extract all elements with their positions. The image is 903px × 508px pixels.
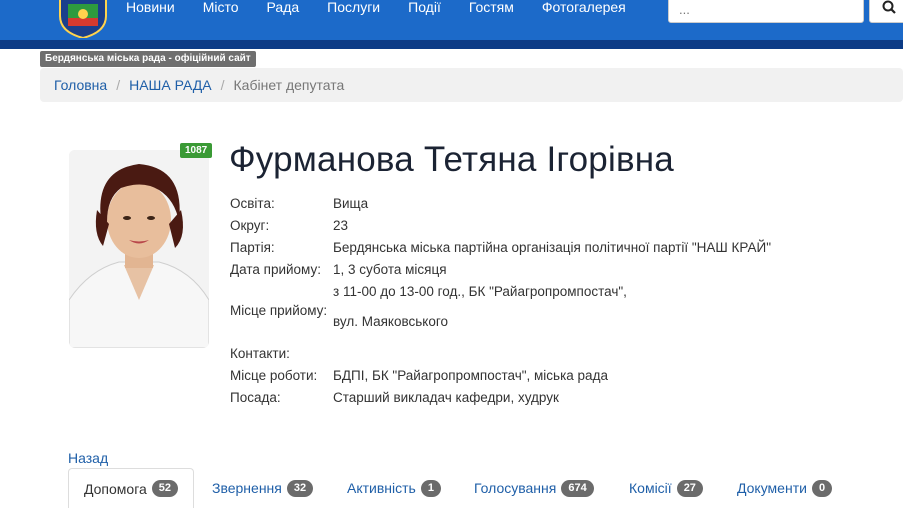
education-label: Освіта:	[230, 196, 275, 211]
tab-appeals[interactable]: Звернення 32	[212, 468, 314, 508]
rating-badge: 1087	[180, 143, 213, 158]
main-menu: Новини Місто Рада Послуги Події Гостям Ф…	[112, 0, 640, 24]
reception-date-label: Дата прийому:	[230, 262, 321, 277]
tab-label: Документи	[737, 480, 807, 496]
party-label: Партія:	[230, 240, 275, 255]
deputy-tabs: Допомога 52 Звернення 32 Активність 1 Го…	[68, 468, 903, 508]
site-badge: Бердянська міська рада - офіційний сайт	[40, 51, 256, 67]
count-badge: 674	[561, 479, 594, 497]
nav-item-council[interactable]: Рада	[253, 0, 314, 24]
education-value: Вища	[333, 196, 369, 211]
tab-voting[interactable]: Голосування 674	[474, 468, 594, 508]
deputy-photo	[69, 150, 209, 348]
tab-documents[interactable]: Документи 0	[737, 468, 833, 508]
count-badge: 32	[286, 479, 314, 497]
nav-item-events[interactable]: Події	[394, 0, 455, 24]
search-button[interactable]	[869, 0, 903, 23]
count-badge: 0	[811, 479, 833, 497]
work-value: БДПІ, БК "Райагропромпостач", міська рад…	[333, 368, 608, 383]
tab-label: Голосування	[474, 480, 557, 496]
nav-item-gallery[interactable]: Фотогалерея	[528, 0, 640, 24]
count-badge: 1	[420, 479, 441, 497]
breadcrumb-separator: /	[116, 77, 121, 93]
breadcrumb-current: Кабінет депутата	[233, 77, 345, 93]
back-link[interactable]: Назад	[68, 450, 108, 466]
tab-activity[interactable]: Активність 1	[347, 468, 441, 508]
nav-item-guests[interactable]: Гостям	[455, 0, 528, 24]
nav-item-news[interactable]: Новини	[112, 0, 189, 24]
breadcrumb-section[interactable]: НАША РАДА	[129, 77, 212, 93]
reception-place-line1: з 11-00 до 13-00 год., БК "Райагропромпо…	[333, 284, 627, 299]
search-icon	[882, 0, 896, 19]
count-badge: 27	[676, 479, 703, 497]
nav-item-city[interactable]: Місто	[189, 0, 253, 24]
nav-item-services[interactable]: Послуги	[313, 0, 394, 24]
position-value: Старший викладач кафедри, худрук	[333, 390, 559, 405]
reception-place-label: Місце прийому:	[230, 303, 328, 318]
count-badge: 52	[151, 480, 179, 497]
breadcrumb-home[interactable]: Головна	[54, 77, 107, 93]
tab-label: Комісії	[629, 480, 672, 496]
breadcrumb-separator: /	[220, 77, 225, 93]
tab-label: Звернення	[212, 480, 282, 496]
navbar-stripe	[0, 40, 903, 49]
tab-help[interactable]: Допомога 52	[68, 468, 195, 508]
top-navbar: Новини Місто Рада Послуги Події Гостям Ф…	[0, 0, 903, 40]
tab-label: Допомога	[84, 480, 147, 497]
district-value: 23	[333, 218, 349, 233]
district-label: Округ:	[230, 218, 270, 233]
city-logo-icon[interactable]	[54, 0, 112, 40]
tab-label: Активність	[347, 480, 416, 496]
tab-commissions[interactable]: Комісії 27	[629, 468, 703, 508]
breadcrumb: Головна / НАША РАДА / Кабінет депутата	[40, 68, 903, 102]
deputy-name: Фурманова Тетяна Ігорівна	[229, 140, 674, 179]
reception-date-value: 1, 3 субота місяця	[333, 262, 447, 277]
position-label: Посада:	[230, 390, 281, 405]
contacts-label: Контакти:	[230, 346, 290, 361]
search-input[interactable]	[668, 0, 864, 23]
work-label: Місце роботи:	[230, 368, 318, 383]
reception-place-line2: вул. Маяковського	[333, 314, 448, 329]
party-value: Бердянська міська партійна організація п…	[333, 240, 772, 255]
